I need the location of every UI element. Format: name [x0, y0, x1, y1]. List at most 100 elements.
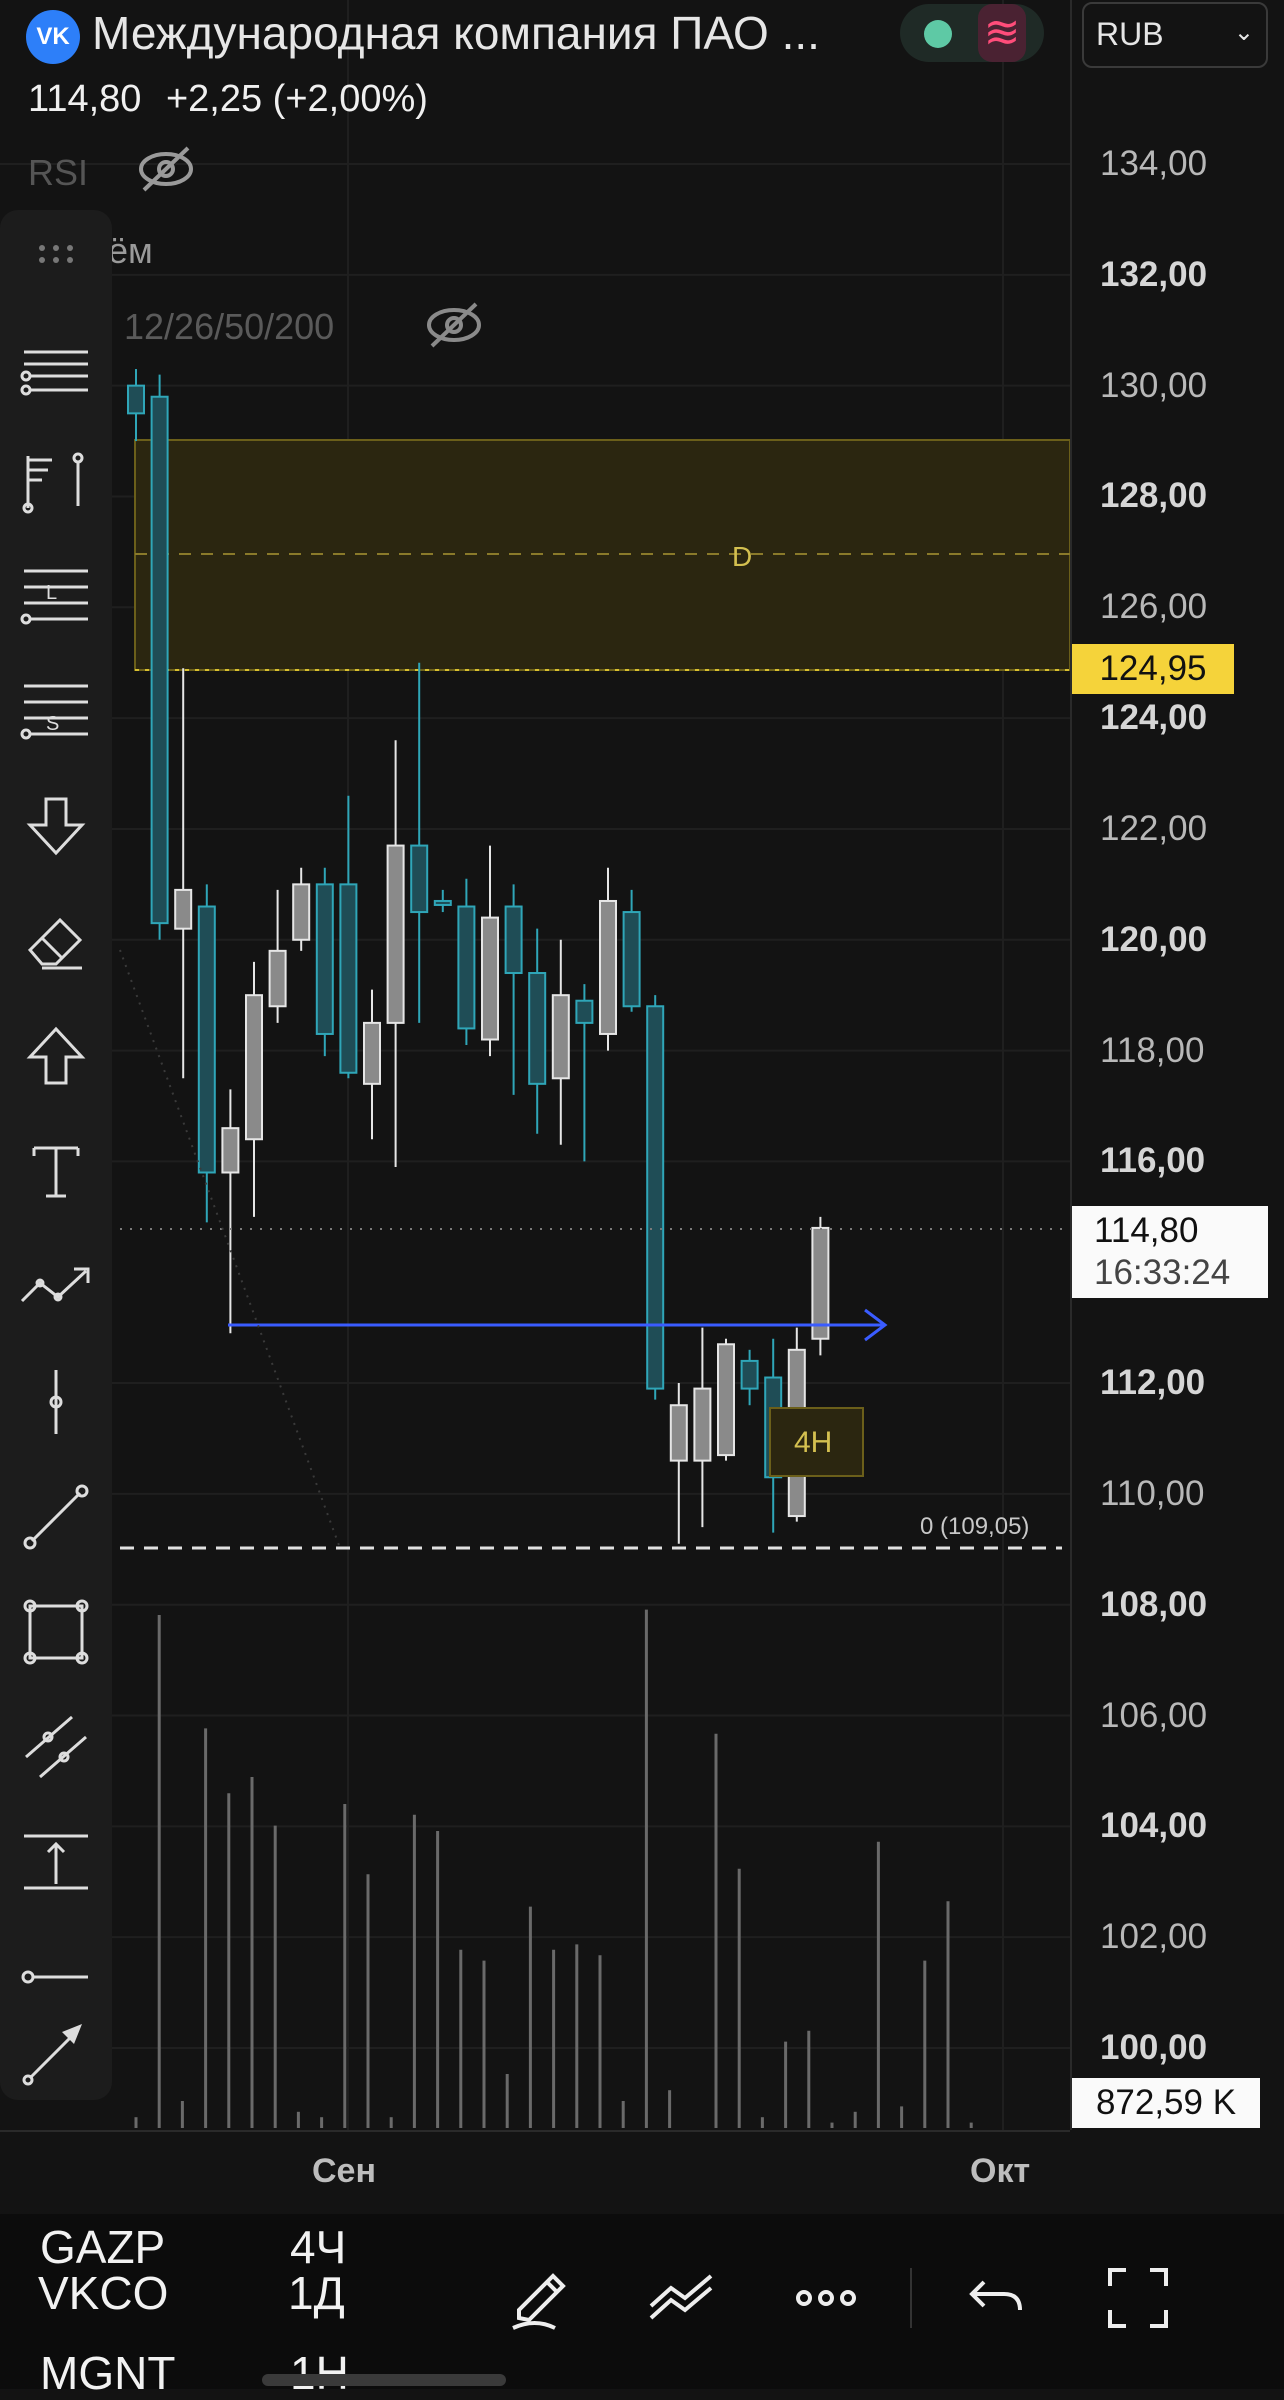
candle[interactable] — [410, 662, 429, 1023]
candle[interactable] — [551, 939, 570, 1145]
candle[interactable] — [811, 1216, 830, 1356]
candle[interactable] — [504, 884, 523, 1095]
drag-handle-icon[interactable] — [14, 216, 98, 300]
box-4h-label: 4H — [794, 1426, 832, 1459]
pen-icon[interactable] — [505, 2262, 577, 2339]
home-indicator — [262, 2374, 506, 2386]
price-tick: 126,00 — [1100, 587, 1208, 627]
interval-button[interactable]: 1Д — [288, 2266, 345, 2320]
long-position-icon[interactable]: L — [14, 555, 98, 639]
price-tick: 112,00 — [1100, 1363, 1206, 1403]
price-tick: 104,00 — [1100, 1806, 1208, 1846]
fullscreen-icon[interactable] — [1102, 2262, 1174, 2339]
arrow-icon[interactable] — [14, 2010, 98, 2094]
candle[interactable] — [528, 928, 547, 1134]
candle[interactable] — [457, 878, 476, 1046]
candle[interactable] — [386, 740, 405, 1167]
candle[interactable] — [669, 1383, 688, 1544]
candle[interactable] — [221, 1089, 240, 1334]
candle[interactable] — [245, 961, 263, 1217]
header-change: +2,25 (+2,00%) — [165, 78, 428, 120]
bottom-bar: GAZP 4Ч VKCO 1Д MGNT 1Н — [0, 2214, 1284, 2399]
trend-icon[interactable] — [14, 1245, 98, 1329]
eraser-icon[interactable] — [14, 900, 98, 984]
x-tick-sep: Сен — [312, 2152, 376, 2190]
volume-label[interactable]: ём — [108, 230, 153, 272]
vk-logo-icon: VK — [26, 10, 80, 64]
candle[interactable] — [363, 989, 381, 1140]
candle[interactable] — [150, 374, 169, 940]
price-tick: 130,00 — [1100, 365, 1208, 405]
arrow-down-icon[interactable] — [14, 785, 98, 869]
price-tick: 108,00 — [1100, 1584, 1208, 1624]
price-tick: 118,00 — [1100, 1030, 1205, 1070]
price-tick: 128,00 — [1100, 476, 1208, 516]
zone-price-tag: 124,95 — [1072, 644, 1234, 694]
ma-label[interactable]: 12/26/50/200 — [124, 306, 334, 348]
ghost-interval-2: 1Н — [290, 2347, 349, 2399]
countdown-value: 16:33:24 — [1094, 1253, 1231, 1292]
candle[interactable] — [197, 884, 216, 1223]
price-line: 114,80 +2,25 (+2,00%) — [28, 78, 428, 121]
more-icon[interactable] — [790, 2262, 862, 2339]
volume-bars — [134, 1609, 973, 2128]
last-price-tag: 114,80 16:33:24 — [1072, 1206, 1268, 1298]
arrow-up-icon[interactable] — [14, 1015, 98, 1099]
support-label: 0 (109,05) — [920, 1513, 1029, 1540]
market-status-dot-icon — [924, 20, 952, 48]
price-tick: 132,00 — [1100, 254, 1208, 294]
candle[interactable] — [127, 369, 145, 442]
wave-icon: ≋ — [978, 4, 1026, 62]
ticker-button[interactable]: VKCO — [38, 2266, 168, 2320]
time-axis[interactable] — [0, 2130, 1070, 2216]
svg-text:S: S — [46, 713, 59, 735]
short-position-icon[interactable]: S — [14, 670, 98, 754]
status-pill[interactable]: ≋ — [900, 4, 1044, 62]
candle[interactable] — [740, 1349, 759, 1406]
price-axis[interactable]: 134,00 132,00 130,00 128,00 126,00 124,00 122,… — [1070, 0, 1284, 2130]
candle[interactable] — [339, 795, 358, 1079]
price-tick: 116,00 — [1100, 1141, 1206, 1181]
candle[interactable] — [268, 889, 287, 1023]
candle[interactable] — [599, 867, 617, 1051]
price-tick: 100,00 — [1100, 2028, 1208, 2067]
candle[interactable] — [433, 889, 452, 913]
cross-icon[interactable] — [14, 1360, 98, 1444]
range-icon[interactable] — [14, 1820, 98, 1904]
undo-icon[interactable] — [960, 2262, 1032, 2339]
x-tick-oct: Окт — [970, 2152, 1031, 2190]
price-tick: 124,00 — [1100, 698, 1208, 738]
candle[interactable] — [646, 995, 665, 1400]
svg-text:L: L — [46, 582, 57, 604]
price-tick: 120,00 — [1100, 919, 1208, 959]
header-price: 114,80 — [28, 78, 142, 120]
parallel-channel-icon[interactable] — [14, 1705, 98, 1789]
ghost-ticker-2: MGNT — [40, 2347, 176, 2399]
price-tick: 102,00 — [1100, 1917, 1208, 1957]
candle[interactable] — [693, 1327, 712, 1528]
flag-icon[interactable] — [14, 440, 98, 524]
text-icon[interactable] — [14, 1130, 98, 1214]
price-tick: 110,00 — [1100, 1473, 1205, 1513]
candle[interactable] — [622, 889, 641, 1012]
candle[interactable] — [575, 984, 594, 1162]
candle[interactable] — [292, 867, 311, 951]
ma-eye-off-icon[interactable] — [424, 300, 484, 355]
candle[interactable] — [174, 668, 193, 1079]
eye-off-icon[interactable] — [136, 144, 196, 199]
drawings-icon[interactable] — [645, 2262, 717, 2339]
rsi-label[interactable]: RSI — [28, 152, 88, 194]
line-icon[interactable] — [14, 1475, 98, 1559]
candle[interactable] — [481, 845, 499, 1057]
volume-value-tag: 872,59 K — [1072, 2078, 1260, 2128]
horizontal-ray-icon[interactable] — [14, 1935, 98, 2019]
instrument-title[interactable]: Международная компания ПАО ... — [92, 6, 820, 60]
divider — [910, 2268, 912, 2328]
price-tick: 106,00 — [1100, 1695, 1208, 1735]
price-tick: 122,00 — [1100, 808, 1208, 848]
rectangle-icon[interactable] — [14, 1590, 98, 1674]
candle[interactable] — [717, 1338, 735, 1461]
candle[interactable] — [315, 867, 334, 1057]
drawing-toolbar: L S — [0, 210, 112, 2100]
lines-icon[interactable] — [14, 330, 98, 414]
